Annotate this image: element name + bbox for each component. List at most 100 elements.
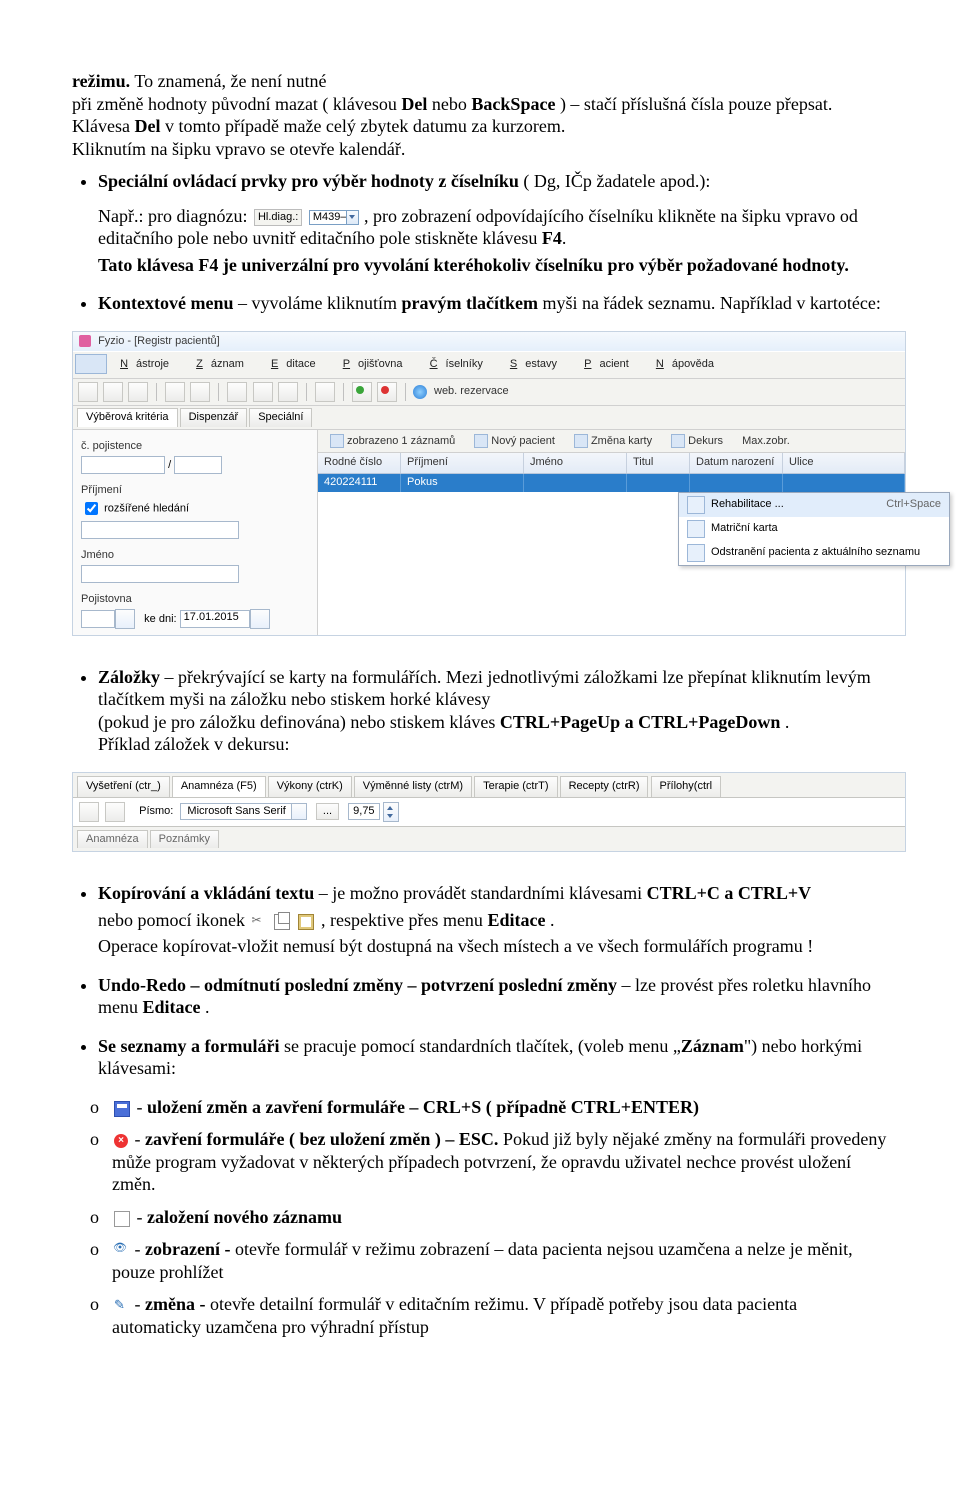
sub-ulozeni: - uložení změn a zavření formuláře – CRL… <box>112 1096 888 1119</box>
toolbar-button[interactable] <box>253 382 273 402</box>
intro-para: režimu. To znamená, že není nutné při zm… <box>72 70 888 160</box>
font-size-value[interactable]: 9,75 <box>348 803 379 821</box>
menu-editace[interactable]: Editace <box>263 354 332 376</box>
checkbox-rozsirene[interactable] <box>85 502 98 515</box>
toolbar-button[interactable] <box>190 382 210 402</box>
pen-icon[interactable] <box>79 802 99 822</box>
lbl-prijmeni: Příjmení <box>81 484 309 498</box>
col-datum-narozeni[interactable]: Datum narození <box>690 453 783 473</box>
kop-c: CTRL+C a CTRL+V <box>647 883 812 903</box>
mini-hldiag-value[interactable]: M439– <box>309 210 360 226</box>
tab-vysetreni[interactable]: Vyšetření (ctr_) <box>77 776 170 797</box>
tab-row: Vyšetření (ctr_) Anamnéza (F5) Výkony (c… <box>73 773 905 798</box>
lbl-cpojistence: č. pojistence <box>81 440 309 454</box>
dropdown-date[interactable] <box>250 609 270 629</box>
col-ulice[interactable]: Ulice <box>783 453 905 473</box>
toolbar-button[interactable] <box>103 382 123 402</box>
separator <box>343 383 344 401</box>
grid-row-selected[interactable]: 420224111 Pokus <box>318 474 905 492</box>
font-dialog-button[interactable]: ... <box>316 803 339 821</box>
input-cpoj2[interactable] <box>174 456 222 474</box>
spec-f4: F4 <box>542 228 562 248</box>
font-toolbar: Písmo: Microsoft Sans Serif ... 9,75 <box>73 798 905 827</box>
tab-vykony[interactable]: Výkony (ctrK) <box>268 776 352 797</box>
toolbar-button-close[interactable] <box>377 382 397 402</box>
menu-napoveda[interactable]: Nápověda <box>648 354 730 376</box>
tab-anamneza[interactable]: Anamnéza (F5) <box>172 776 266 797</box>
input-poj[interactable] <box>81 610 115 628</box>
spec-np-d: . <box>562 228 567 248</box>
ctx-item-odstraneni[interactable]: Odstranění pacienta z aktuálního seznamu <box>679 541 949 565</box>
toolbar-button[interactable] <box>315 382 335 402</box>
menu-nastroje[interactable]: Nástroje <box>112 354 185 376</box>
toolbar-button[interactable] <box>278 382 298 402</box>
copy-icon <box>274 914 290 930</box>
col-prijmeni[interactable]: Příjmení <box>401 453 524 473</box>
sezn-a: Se seznamy a formuláři <box>98 1036 279 1056</box>
o4-a: - <box>130 1239 145 1259</box>
context-menu: Rehabilitace ...Ctrl+Space Matriční kart… <box>678 492 950 566</box>
input-date[interactable]: 17.01.2015 <box>180 610 250 628</box>
tab-dispenzar[interactable]: Dispenzář <box>180 408 248 427</box>
col-jmeno[interactable]: Jméno <box>524 453 627 473</box>
subtab-poznamky[interactable]: Poznámky <box>150 830 219 849</box>
btn-novy-pacient[interactable]: Nový pacient <box>466 432 563 451</box>
input-jmeno[interactable] <box>81 565 239 583</box>
col-rodne-cislo[interactable]: Rodné číslo <box>318 453 401 473</box>
undo-d: . <box>201 997 210 1017</box>
separator <box>156 383 157 401</box>
pismo-label: Písmo: <box>139 805 173 819</box>
menu-zaznam[interactable]: Záznam <box>188 354 260 376</box>
menu-pacient[interactable]: Pacient <box>576 354 645 376</box>
undo-a: Undo-Redo – odmítnutí poslední změny – p… <box>98 975 617 995</box>
chevron-down-icon[interactable] <box>346 211 358 225</box>
col-titul[interactable]: Titul <box>627 453 690 473</box>
tab-vymenne-listy[interactable]: Výměnné listy (ctrM) <box>354 776 472 797</box>
input-prijmeni[interactable] <box>81 521 239 539</box>
web-rezervace-label[interactable]: web. rezervace <box>434 385 509 399</box>
app-dekurs-tabs-screenshot: Vyšetření (ctr_) Anamnéza (F5) Výkony (c… <box>72 772 906 853</box>
tab-recepty[interactable]: Recepty (ctrR) <box>560 776 649 797</box>
ctx-item-rehabilitace[interactable]: Rehabilitace ...Ctrl+Space <box>679 493 949 517</box>
tab-vyberova-kriteria[interactable]: Výběrová kritéria <box>77 408 178 427</box>
tab-prilohy[interactable]: Přílohy(ctrl <box>651 776 722 797</box>
mini-hldiag-label: Hl.diag.: <box>254 209 302 227</box>
toolbar-button[interactable] <box>227 382 247 402</box>
tab-terapie[interactable]: Terapie (ctrT) <box>474 776 557 797</box>
sub-list: - uložení změn a zavření formuláře – CRL… <box>72 1096 888 1339</box>
subtab-anamneza[interactable]: Anamnéza <box>77 830 148 849</box>
ctx-icon <box>687 520 705 538</box>
kop-h: Operace kopírovat-vložit nemusí být dost… <box>98 936 813 956</box>
toolbar-button[interactable] <box>78 382 98 402</box>
input-cpoj1[interactable] <box>81 456 165 474</box>
chevron-down-icon[interactable] <box>291 804 306 820</box>
separator <box>306 383 307 401</box>
left-tabs: Výběrová kritéria Dispenzář Speciální <box>73 406 905 430</box>
menu-ciselniky[interactable]: Číselníky <box>422 354 499 376</box>
list-icon <box>330 434 344 448</box>
cell-ulice <box>783 474 905 492</box>
menubar[interactable]: Nástroje Záznam Editace Pojišťovna Čísel… <box>73 351 905 379</box>
spec-head-b: ( Dg, IČp žadatele apod.): <box>519 171 710 191</box>
intro-text3c: v tomto případě maže celý zbytek datumu … <box>160 116 565 136</box>
menu-sestavy[interactable]: Sestavy <box>502 354 573 376</box>
btn-dekurs[interactable]: Dekurs <box>663 432 731 451</box>
toolbar-button-ok[interactable] <box>352 382 372 402</box>
font-size-spinner[interactable] <box>383 802 399 822</box>
kop-g: . <box>545 910 554 930</box>
close-icon <box>114 1134 128 1148</box>
bullet-undo: Undo-Redo – odmítnutí poslední změny – p… <box>98 974 888 1019</box>
toolbar-button[interactable] <box>128 382 148 402</box>
btn-maxzobr[interactable]: Max.zobr. <box>734 433 798 451</box>
btn-zmena-karty[interactable]: Změna karty <box>566 432 660 451</box>
tab-specialni[interactable]: Speciální <box>249 408 312 427</box>
filter-panel: č. pojistence / Příjmení rozšířené hledá… <box>73 430 318 635</box>
globe-icon <box>413 385 427 399</box>
intro-bold1: režimu. <box>72 71 130 91</box>
ctx-item-matricni[interactable]: Matriční karta <box>679 517 949 541</box>
menu-pojistovna[interactable]: Pojišťovna <box>335 354 419 376</box>
dropdown-poj[interactable] <box>115 609 135 629</box>
save-icon[interactable] <box>105 802 125 822</box>
toolbar-button[interactable] <box>165 382 185 402</box>
font-selector[interactable]: Microsoft Sans Serif <box>180 803 306 821</box>
